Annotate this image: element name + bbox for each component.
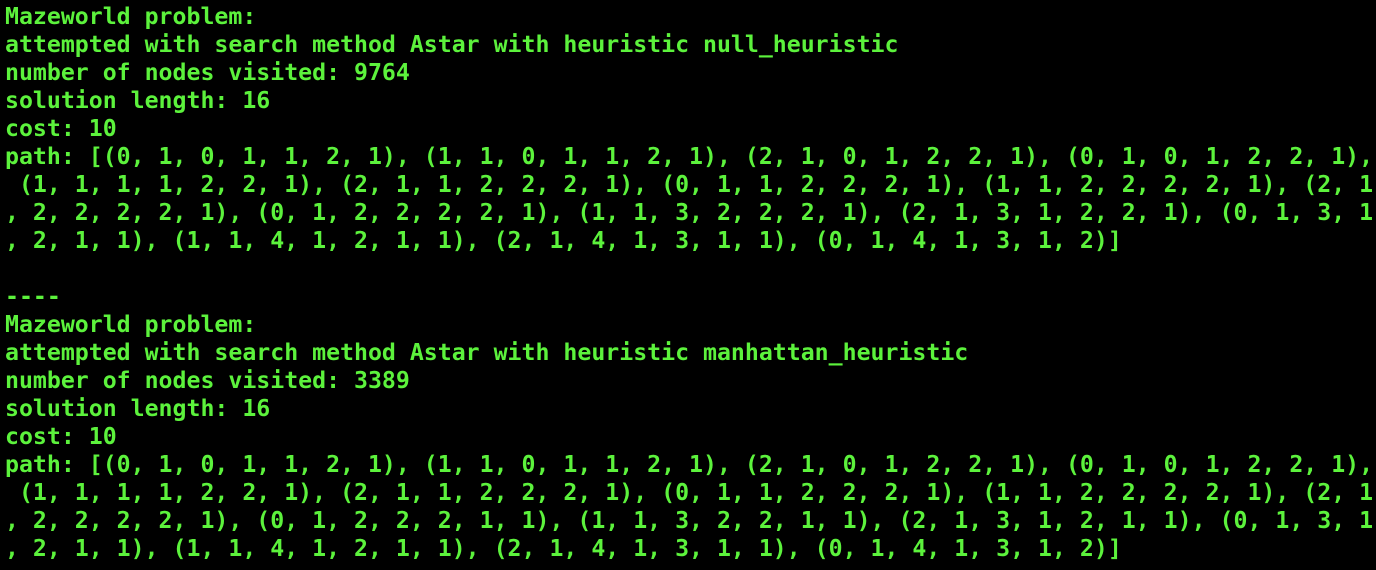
output-line-problem-header: Mazeworld problem: [5,311,257,338]
output-line-path-continued: , 2, 1, 1), (1, 1, 4, 1, 2, 1, 1), (2, 1… [5,535,1122,562]
output-line-blank [5,255,1376,283]
output-line-path-continued: , 2, 1, 1), (1, 1, 4, 1, 2, 1, 1), (2, 1… [5,227,1122,254]
output-line-solution-length: solution length: 16 [5,87,271,114]
output-line-nodes-visited: number of nodes visited: 9764 [5,59,410,86]
output-line-path-continued: (1, 1, 1, 1, 2, 2, 1), (2, 1, 1, 2, 2, 2… [5,171,1374,198]
output-line-separator: ---- [5,283,61,310]
output-line-cost: cost: 10 [5,423,117,450]
output-line-path-continued: , 2, 2, 2, 2, 1), (0, 1, 2, 2, 2, 2, 1),… [5,199,1374,226]
output-line-search-method: attempted with search method Astar with … [5,31,899,58]
output-line-solution-length: solution length: 16 [5,395,271,422]
output-line-search-method: attempted with search method Astar with … [5,339,969,366]
output-line-path-continued: (1, 1, 1, 1, 2, 2, 1), (2, 1, 1, 2, 2, 2… [5,479,1374,506]
output-line-cost: cost: 10 [5,115,117,142]
output-line-path-continued: , 2, 2, 2, 2, 1), (0, 1, 2, 2, 2, 1, 1),… [5,507,1374,534]
output-line-nodes-visited: number of nodes visited: 3389 [5,367,410,394]
output-line-path: path: [(0, 1, 0, 1, 1, 2, 1), (1, 1, 0, … [5,143,1374,170]
output-line-problem-header: Mazeworld problem: [5,3,257,30]
output-line-path: path: [(0, 1, 0, 1, 1, 2, 1), (1, 1, 0, … [5,451,1374,478]
terminal-output[interactable]: Mazeworld problem: attempted with search… [0,0,1376,570]
